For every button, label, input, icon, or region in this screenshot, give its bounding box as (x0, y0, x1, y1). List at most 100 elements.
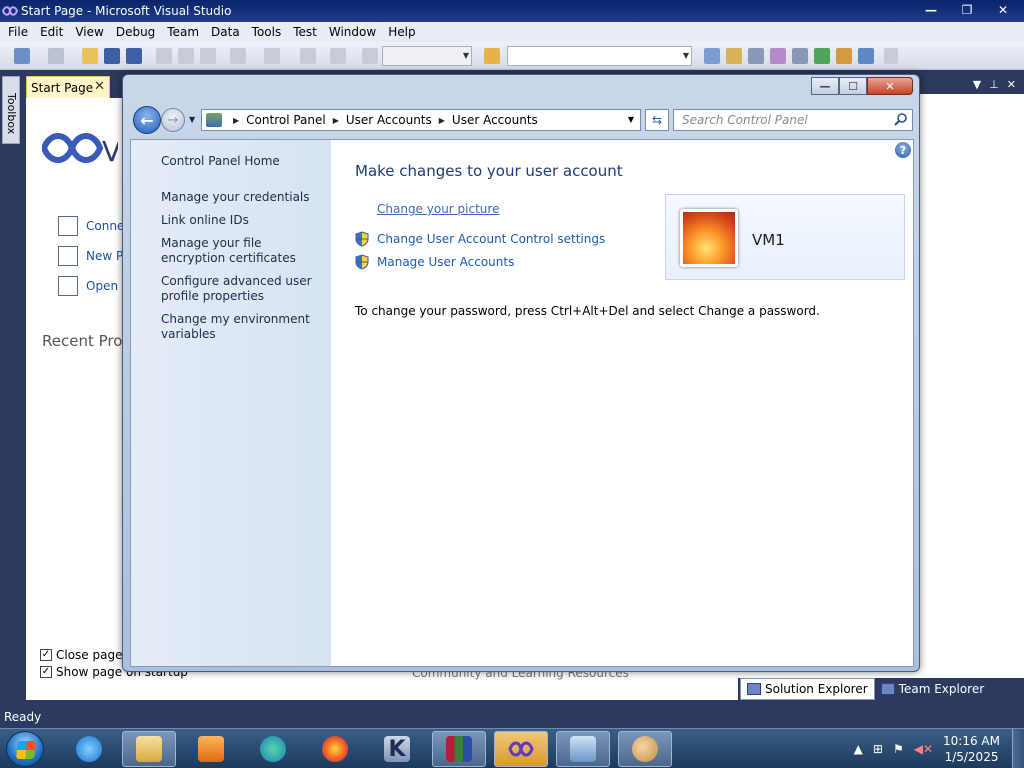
uac-settings-link[interactable]: Change User Account Control settings (355, 231, 605, 247)
object-browser-icon[interactable] (748, 48, 764, 64)
back-button[interactable]: ← (133, 106, 161, 134)
taskbar-winrar[interactable] (432, 731, 486, 767)
cp-maximize-button[interactable]: ☐ (839, 77, 867, 95)
tab-start-page[interactable]: Start Page ✕ (26, 76, 110, 98)
solution-explorer-icon[interactable] (704, 48, 720, 64)
undo-icon[interactable] (230, 48, 246, 64)
address-bar[interactable]: ▶ Control Panel ▶ User Accounts ▶ User A… (201, 109, 641, 131)
visual-studio-logo: V (42, 133, 118, 168)
menu-tools[interactable]: Tools (246, 25, 288, 39)
close-after-load-checkbox[interactable]: ✓ Close page a (40, 648, 134, 662)
menu-view[interactable]: View (69, 25, 109, 39)
restore-button[interactable]: ❐ (950, 0, 984, 20)
breadcrumb-control-panel[interactable]: Control Panel (246, 113, 326, 127)
taskbar-visual-studio[interactable] (494, 731, 548, 767)
cut-icon[interactable] (156, 48, 172, 64)
cp-content: Control Panel Home Manage your credentia… (130, 139, 914, 667)
minimize-button[interactable]: — (914, 0, 948, 20)
taskbar-remote-desktop[interactable] (556, 731, 610, 767)
search-icon[interactable] (894, 112, 908, 126)
menu-data[interactable]: Data (205, 25, 246, 39)
tab-solution-explorer[interactable]: Solution Explorer (740, 678, 875, 700)
command-window-icon[interactable] (858, 48, 874, 64)
navigate-forward-icon[interactable] (330, 48, 346, 64)
panel-close-icon[interactable]: ✕ (1007, 78, 1016, 91)
pin-icon[interactable]: ⊥ (989, 78, 999, 91)
menu-window[interactable]: Window (323, 25, 382, 39)
vs-titlebar: Start Page - Microsoft Visual Studio — ❐… (0, 0, 1024, 22)
extension-manager-icon[interactable] (836, 48, 852, 64)
panel-dropdown-icon[interactable]: ▼ (973, 78, 981, 91)
network-icon[interactable]: ⊞ (873, 742, 883, 756)
close-tab-icon[interactable]: ✕ (94, 79, 105, 94)
taskbar-file-explorer[interactable] (122, 731, 176, 767)
start-page-icon[interactable] (814, 48, 830, 64)
new-project-icon[interactable] (14, 48, 30, 64)
link-environment-variables[interactable]: Change my environment variables (161, 312, 326, 342)
menu-file[interactable]: File (2, 25, 34, 39)
chevron-right-icon[interactable]: ▶ (333, 116, 339, 125)
recent-pages-dropdown-icon[interactable]: ▼ (189, 115, 195, 124)
start-open-project-link[interactable]: Open (58, 276, 118, 296)
start-debug-icon[interactable] (362, 48, 378, 64)
search-input[interactable]: Search Control Panel (673, 109, 913, 131)
manage-user-accounts-link[interactable]: Manage User Accounts (355, 254, 514, 270)
open-file-icon[interactable] (82, 48, 98, 64)
show-desktop-button[interactable] (1012, 729, 1024, 768)
properties-icon[interactable] (726, 48, 742, 64)
copy-icon[interactable] (178, 48, 194, 64)
toolbox-tab[interactable]: Toolbox (2, 76, 20, 144)
action-center-flag-icon[interactable]: ⚑ (893, 742, 904, 756)
link-control-panel-home[interactable]: Control Panel Home (161, 154, 326, 169)
show-hidden-icons[interactable]: ▲ (854, 742, 863, 756)
taskbar-media-player[interactable] (184, 731, 238, 767)
tools-icon[interactable] (792, 48, 808, 64)
tab-team-explorer[interactable]: Team Explorer (875, 678, 991, 700)
taskbar-k-app[interactable]: K (370, 731, 424, 767)
chevron-right-icon[interactable]: ▶ (233, 116, 239, 125)
menu-debug[interactable]: Debug (110, 25, 161, 39)
address-dropdown-icon[interactable]: ▼ (628, 115, 634, 124)
add-item-icon[interactable] (48, 48, 64, 64)
solution-config-combo[interactable]: ▼ (382, 46, 472, 66)
cp-close-button[interactable]: ✕ (867, 77, 913, 95)
breadcrumb-user-accounts[interactable]: User Accounts (452, 113, 538, 127)
menu-team[interactable]: Team (161, 25, 205, 39)
link-manage-credentials[interactable]: Manage your credentials (161, 190, 326, 205)
menu-edit[interactable]: Edit (34, 25, 69, 39)
breadcrumb-user-accounts-category[interactable]: User Accounts (346, 113, 432, 127)
chevron-right-icon[interactable]: ▶ (439, 116, 445, 125)
menu-test[interactable]: Test (287, 25, 323, 39)
taskbar-internet-explorer[interactable] (62, 731, 116, 767)
navigate-backward-icon[interactable] (300, 48, 316, 64)
user-picture[interactable] (680, 209, 738, 267)
help-icon[interactable]: ? (895, 142, 911, 158)
start-new-project-link[interactable]: New P (58, 246, 123, 266)
change-picture-link[interactable]: Change your picture (377, 202, 499, 216)
clock[interactable]: 10:16 AM 1/5/2025 (943, 733, 1000, 765)
taskbar-firefox[interactable] (308, 731, 362, 767)
team-explorer-icon (880, 683, 895, 695)
save-all-icon[interactable] (126, 48, 142, 64)
menu-help[interactable]: Help (382, 25, 421, 39)
cp-navigation-bar: ← → ▼ ▶ Control Panel ▶ User Accounts ▶ … (129, 105, 915, 135)
find-combo[interactable]: ▼ (507, 46, 692, 66)
toolbar-options-icon[interactable] (884, 48, 898, 64)
toolbox-icon[interactable] (770, 48, 786, 64)
refresh-button[interactable]: ⇆ (645, 109, 669, 131)
forward-button[interactable]: → (161, 108, 185, 132)
cp-minimize-button[interactable]: — (811, 77, 839, 95)
taskbar-edge[interactable] (246, 731, 300, 767)
save-icon[interactable] (104, 48, 120, 64)
link-online-ids[interactable]: Link online IDs (161, 213, 326, 228)
taskbar-user-accounts[interactable] (618, 731, 672, 767)
paste-icon[interactable] (200, 48, 216, 64)
link-file-encryption[interactable]: Manage your file encryption certificates (161, 236, 326, 266)
link-advanced-profile[interactable]: Configure advanced user profile properti… (161, 274, 326, 304)
start-connect-link[interactable]: Conne (58, 216, 124, 236)
start-button[interactable] (6, 731, 44, 767)
redo-icon[interactable] (264, 48, 280, 64)
volume-muted-icon[interactable]: ◀✕ (914, 742, 933, 756)
close-button[interactable]: ✕ (986, 0, 1020, 20)
find-in-files-icon[interactable] (484, 48, 500, 64)
